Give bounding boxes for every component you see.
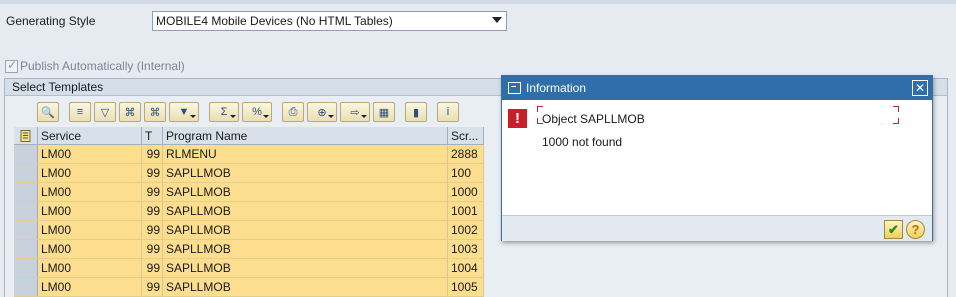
- cell-screen[interactable]: 1003: [448, 240, 484, 258]
- column-header-t[interactable]: T: [142, 127, 163, 144]
- publish-automatically-label: Publish Automatically (Internal): [20, 59, 185, 73]
- cell-screen[interactable]: 1004: [448, 259, 484, 277]
- print-icon[interactable]: ⎙: [282, 102, 304, 122]
- dialog-title: Information: [526, 81, 587, 95]
- column-header-screen[interactable]: Scr...: [448, 127, 484, 144]
- message-line-2: 1000 not found: [542, 135, 623, 149]
- find-icon[interactable]: ⌘: [119, 102, 141, 122]
- info-icon[interactable]: i: [437, 102, 459, 122]
- generating-style-label: Generating Style: [6, 14, 96, 28]
- cell-screen[interactable]: 1001: [448, 202, 484, 220]
- row-selector[interactable]: [14, 202, 38, 220]
- templates-table: Service T Program Name Scr... LM00 99 RLME…: [14, 127, 484, 297]
- row-selector[interactable]: [14, 164, 38, 182]
- cell-t[interactable]: 99: [142, 202, 163, 220]
- alv-toolbar: 🔍 ≡ ▽ ⌘ ⌘ ▼ Σ % ⎙ ⊕ ⇨ ▦ ▮ i: [37, 102, 459, 122]
- cell-t[interactable]: 99: [142, 164, 163, 182]
- cell-service[interactable]: LM00: [38, 240, 142, 258]
- row-selector[interactable]: [14, 221, 38, 239]
- cell-program-name[interactable]: SAPLLMOB: [163, 221, 448, 239]
- cell-screen[interactable]: 1005: [448, 278, 484, 296]
- generating-style-dropdown[interactable]: MOBILE4 Mobile Devices (No HTML Tables): [152, 11, 507, 31]
- cell-service[interactable]: LM00: [38, 278, 142, 296]
- column-header-service[interactable]: Service: [38, 127, 142, 144]
- layout-grid-icon[interactable]: ▦: [373, 102, 395, 122]
- close-icon[interactable]: ✕: [912, 80, 928, 96]
- find-next-icon[interactable]: ⌘: [144, 102, 166, 122]
- table-row[interactable]: LM00 99 SAPLLMOB 100: [14, 164, 484, 183]
- cell-program-name[interactable]: SAPLLMOB: [163, 259, 448, 277]
- sort-ascending-icon[interactable]: ≡: [69, 102, 91, 122]
- cell-screen[interactable]: 100: [448, 164, 484, 182]
- view-icon[interactable]: ⇨: [340, 102, 370, 122]
- error-icon: !: [508, 109, 527, 128]
- ok-button[interactable]: ✔: [884, 220, 903, 239]
- row-selector[interactable]: [14, 259, 38, 277]
- cell-program-name[interactable]: SAPLLMOB: [163, 164, 448, 182]
- cell-program-name[interactable]: SAPLLMOB: [163, 183, 448, 201]
- cell-service[interactable]: LM00: [38, 145, 142, 163]
- table-row[interactable]: LM00 99 RLMENU 2888: [14, 145, 484, 164]
- row-selector[interactable]: [14, 278, 38, 296]
- row-selector[interactable]: [14, 183, 38, 201]
- cell-program-name[interactable]: SAPLLMOB: [163, 278, 448, 296]
- table-body: LM00 99 RLMENU 2888 LM00 99 SAPLLMOB 100 LM00 99 S…: [14, 145, 484, 297]
- row-selector[interactable]: [14, 145, 38, 163]
- publish-automatically-row: Publish Automatically (Internal): [5, 58, 185, 73]
- chart-icon[interactable]: ▮: [405, 102, 427, 122]
- cell-service[interactable]: LM00: [38, 221, 142, 239]
- table-row[interactable]: LM00 99 SAPLLMOB 1003: [14, 240, 484, 259]
- table-row[interactable]: LM00 99 SAPLLMOB 1004: [14, 259, 484, 278]
- table-row[interactable]: LM00 99 SAPLLMOB 1005: [14, 278, 484, 297]
- cell-screen[interactable]: 2888: [448, 145, 484, 163]
- cell-t[interactable]: 99: [142, 278, 163, 296]
- subtotals-icon[interactable]: %: [242, 102, 272, 122]
- details-icon[interactable]: 🔍: [37, 102, 59, 122]
- message-line-1: Object SAPLLMOB: [542, 112, 645, 126]
- cell-program-name[interactable]: SAPLLMOB: [163, 240, 448, 258]
- dialog-window-icon: [508, 82, 521, 94]
- publish-automatically-checkbox: [5, 58, 18, 73]
- dropdown-arrow-icon[interactable]: [492, 17, 502, 23]
- cell-service[interactable]: LM00: [38, 183, 142, 201]
- generating-style-value: MOBILE4 Mobile Devices (No HTML Tables): [156, 14, 393, 28]
- dialog-titlebar: Information ✕: [502, 76, 932, 100]
- cell-service[interactable]: LM00: [38, 202, 142, 220]
- table-header: Service T Program Name Scr...: [14, 127, 484, 145]
- help-button[interactable]: ?: [906, 220, 925, 239]
- cell-screen[interactable]: 1000: [448, 183, 484, 201]
- focus-corner-br: [893, 118, 899, 124]
- cell-t[interactable]: 99: [142, 259, 163, 277]
- cell-t[interactable]: 99: [142, 145, 163, 163]
- filter-icon[interactable]: ▽: [94, 102, 116, 122]
- column-header-program-name[interactable]: Program Name: [163, 127, 448, 144]
- table-row[interactable]: LM00 99 SAPLLMOB 1001: [14, 202, 484, 221]
- select-all-icon[interactable]: [14, 127, 38, 144]
- cell-screen[interactable]: 1002: [448, 221, 484, 239]
- cell-service[interactable]: LM00: [38, 164, 142, 182]
- table-row[interactable]: LM00 99 SAPLLMOB 1000: [14, 183, 484, 202]
- cell-program-name[interactable]: SAPLLMOB: [163, 202, 448, 220]
- dialog-footer: ✔ ?: [502, 215, 932, 241]
- export-icon[interactable]: ⊕: [307, 102, 337, 122]
- top-border: [0, 0, 956, 4]
- row-selector[interactable]: [14, 240, 38, 258]
- dialog-body: ! Object SAPLLMOB 1000 not found ✔ ?: [502, 100, 932, 241]
- sum-icon[interactable]: Σ: [209, 102, 239, 122]
- cell-program-name[interactable]: RLMENU: [163, 145, 448, 163]
- focus-corner-tr: [893, 106, 899, 112]
- cell-t[interactable]: 99: [142, 221, 163, 239]
- table-row[interactable]: LM00 99 SAPLLMOB 1002: [14, 221, 484, 240]
- information-dialog: Information ✕ ! Object SAPLLMOB 1000 not…: [501, 75, 933, 241]
- set-filter-icon[interactable]: ▼: [169, 102, 199, 122]
- cell-service[interactable]: LM00: [38, 259, 142, 277]
- cell-t[interactable]: 99: [142, 183, 163, 201]
- cell-t[interactable]: 99: [142, 240, 163, 258]
